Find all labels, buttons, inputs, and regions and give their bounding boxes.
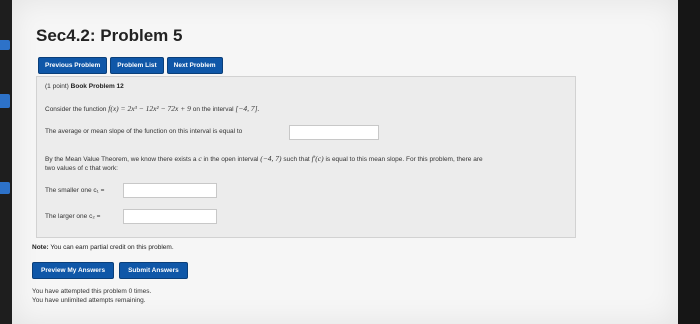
remaining-status: You have unlimited attempts remaining. <box>32 297 146 304</box>
page-title: Sec4.2: Problem 5 <box>36 26 183 45</box>
interval: [−4, 7]. <box>235 104 260 113</box>
side-tab[interactable] <box>0 182 10 194</box>
function-expression: f(x) = 2x³ − 12x² − 72x + 9 <box>108 104 191 113</box>
partial-credit-note: Note: You can earn partial credit on thi… <box>32 244 174 251</box>
avg-slope-input[interactable] <box>289 125 379 140</box>
problem-nav: Previous Problem Problem List Next Probl… <box>38 57 223 74</box>
side-tab[interactable] <box>0 40 10 50</box>
mvt-statement: By the Mean Value Theorem, we know there… <box>45 154 483 163</box>
larger-c-input[interactable] <box>123 209 217 224</box>
problem-list-button[interactable]: Problem List <box>110 57 164 74</box>
attempts-status: You have attempted this problem 0 times. <box>32 288 152 295</box>
next-problem-button[interactable]: Next Problem <box>166 57 223 74</box>
smaller-c-label: The smaller one c₁ = <box>45 187 105 194</box>
problem-header: (1 point) Book Problem 12 <box>45 83 124 90</box>
function-statement: Consider the function f(x) = 2x³ − 12x² … <box>45 104 260 113</box>
side-tab[interactable] <box>0 94 10 108</box>
window-edge <box>678 0 700 324</box>
problem-body: (1 point) Book Problem 12 Consider the f… <box>36 76 576 238</box>
previous-problem-button[interactable]: Previous Problem <box>38 57 108 74</box>
preview-answers-button[interactable]: Preview My Answers <box>32 262 115 279</box>
avg-slope-label: The average or mean slope of the functio… <box>45 128 243 135</box>
submit-answers-button[interactable]: Submit Answers <box>119 262 188 279</box>
problem-page: Sec4.2: Problem 5 Previous Problem Probl… <box>12 0 678 324</box>
points-label: (1 point) <box>45 83 69 90</box>
problem-name: Book Problem 12 <box>70 83 124 90</box>
answer-actions: Preview My Answers Submit Answers <box>32 262 188 279</box>
larger-c-label: The larger one c₂ = <box>45 213 101 220</box>
mvt-statement-line2: two values of c that work: <box>45 165 118 172</box>
smaller-c-input[interactable] <box>123 183 217 198</box>
